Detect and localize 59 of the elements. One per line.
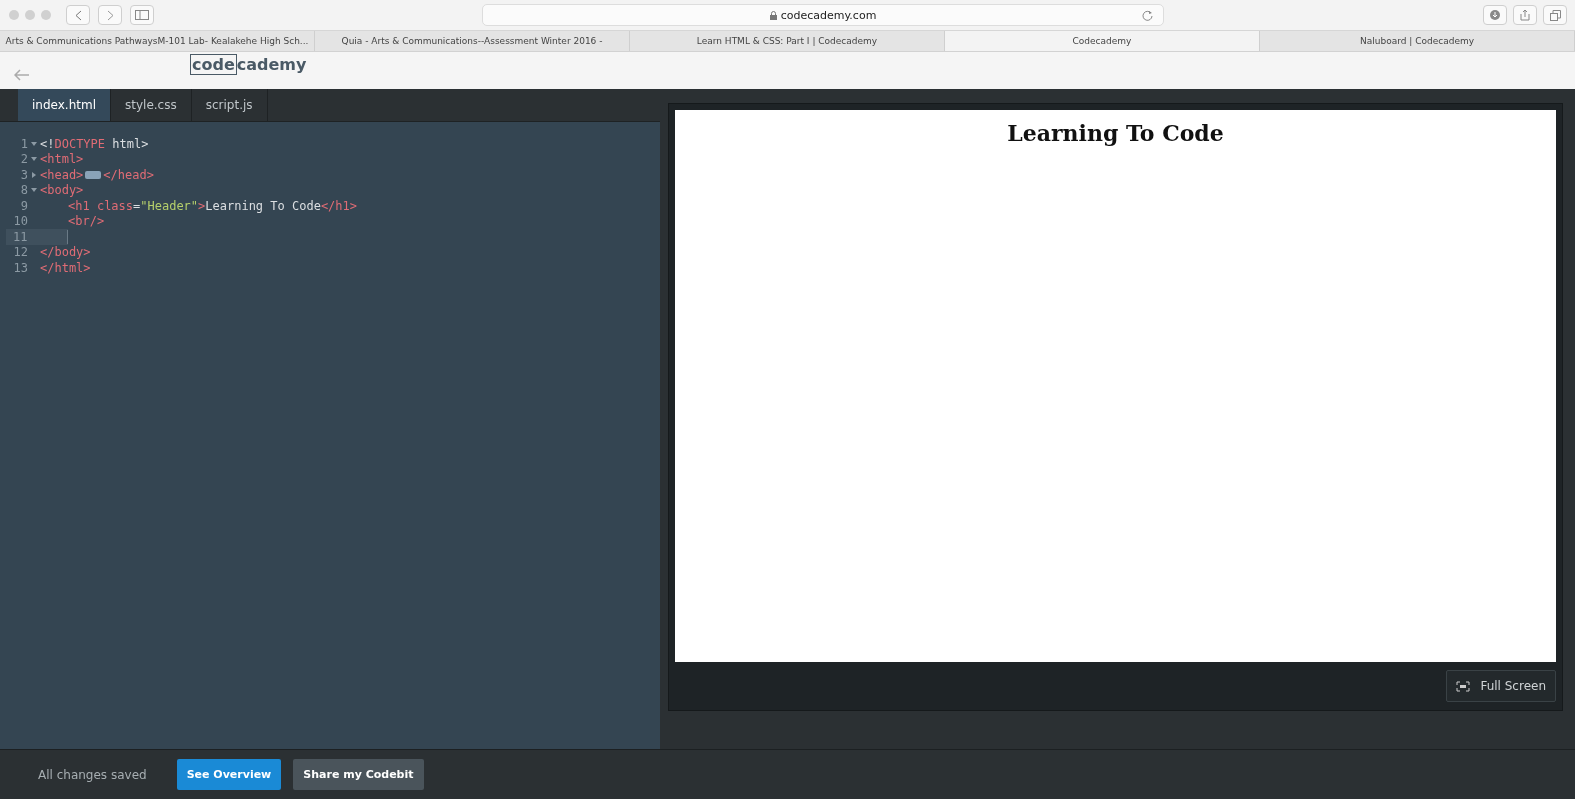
fullscreen-icon: [1456, 680, 1471, 692]
file-tab[interactable]: script.js: [191, 89, 268, 121]
code-token: <head>: [40, 167, 84, 182]
code-token: <body>: [40, 183, 84, 198]
share-icon: [1520, 9, 1530, 21]
line-number: 12: [12, 245, 28, 260]
fold-toggle-icon[interactable]: [31, 157, 37, 162]
fold-toggle-icon[interactable]: [31, 141, 37, 146]
code-token: <br/>: [68, 214, 105, 229]
code-token: "Header": [140, 198, 199, 213]
code-token: DOCTYPE: [54, 136, 106, 151]
lock-icon: [769, 10, 777, 20]
address-field[interactable]: codecademy.com: [482, 4, 1164, 26]
back-arrow-icon[interactable]: [14, 69, 30, 81]
browser-tab[interactable]: Codecademy: [945, 31, 1260, 51]
footer-button[interactable]: See Overview: [176, 759, 282, 790]
fold-toggle-icon[interactable]: [31, 188, 37, 193]
folded-code-icon[interactable]: [85, 170, 102, 179]
line-number: 8: [19, 183, 28, 198]
file-tab[interactable]: index.html: [18, 89, 111, 121]
codecademy-logo[interactable]: codecademy: [190, 54, 307, 75]
code-token: </body>: [40, 245, 91, 260]
line-number: 9: [19, 198, 28, 213]
code-token: <!: [40, 136, 55, 151]
code-token: =: [133, 198, 141, 213]
reload-icon[interactable]: [1142, 9, 1153, 21]
code-token: html>: [111, 136, 149, 151]
code-editor[interactable]: 1 <!DOCTYPE html> 2 <html> 3 <head> </head> 8 <body> 9 <h1 class="Header">Learning To Code</h1> 10 <br/> 11 12 </body> 13 </html>: [0, 122, 660, 749]
share-button[interactable]: [1513, 5, 1537, 25]
fullscreen-button[interactable]: Full Screen: [1446, 670, 1556, 702]
preview-heading: Learning To Code: [1007, 120, 1224, 148]
code-token: </head>: [103, 167, 154, 182]
download-icon: [1490, 10, 1500, 20]
footer-button[interactable]: Share my Codebit: [293, 759, 424, 790]
code-token: >: [198, 198, 206, 213]
text-cursor: [67, 229, 68, 244]
fold-toggle-icon[interactable]: [32, 171, 36, 178]
file-tab[interactable]: style.css: [111, 89, 192, 121]
line-number: 3: [19, 167, 28, 182]
tabs-icon: [1549, 9, 1561, 21]
save-status: All changes saved: [38, 767, 147, 782]
back-button[interactable]: [66, 5, 90, 25]
line-number: 13: [12, 260, 28, 275]
sidebar-button[interactable]: [130, 5, 154, 25]
code-token: class: [96, 198, 134, 213]
chevron-right-icon: [106, 9, 114, 21]
line-number: 1: [19, 136, 28, 151]
code-token: <h1: [68, 198, 91, 213]
code-token: <html>: [40, 152, 84, 167]
line-number: 11: [11, 229, 28, 244]
chevron-left-icon: [74, 9, 82, 21]
code-token: </h1>: [320, 198, 357, 213]
tabs-button[interactable]: [1543, 5, 1567, 25]
line-number: 2: [19, 152, 28, 167]
code-token: </html>: [40, 260, 91, 275]
code-token: Learning To Code: [205, 198, 321, 213]
download-button[interactable]: [1483, 5, 1507, 25]
line-number: 10: [12, 214, 28, 229]
sidebar-icon: [135, 10, 149, 20]
